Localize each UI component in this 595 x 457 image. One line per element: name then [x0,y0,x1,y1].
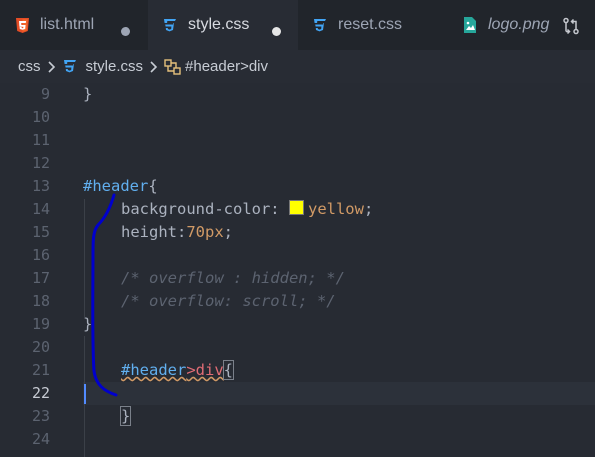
tab-list-html[interactable]: list.html [0,0,148,50]
code-line: #header>div{ [121,360,235,380]
compare-changes-icon[interactable] [562,17,580,39]
line-number: 19 [31,315,50,333]
tab-label: style.css [188,16,250,33]
css3-icon [162,17,178,33]
css-property: height: [121,223,187,241]
line-number: 10 [31,108,50,126]
tab-label: logo.png [488,16,550,33]
tab-label: list.html [40,16,95,33]
line-number: 14 [31,200,50,218]
line-number: 24 [31,430,50,448]
line-number: 21 [31,361,50,379]
tab-logo-png[interactable]: logo.png [446,0,561,50]
chevron-right-icon [47,60,56,73]
css3-icon [312,17,328,33]
line-number: 18 [31,292,50,310]
line-number: 16 [31,246,50,264]
line-number: 23 [31,407,50,425]
html5-icon [14,17,30,33]
symbol-class-icon [164,58,182,75]
breadcrumb-symbol[interactable]: #header>div [185,58,268,75]
unsaved-dot-icon[interactable] [272,27,281,36]
code-comment: /* overflow : hidden; */ [121,269,345,287]
line-number: 20 [31,338,50,356]
code-line: } [83,85,93,103]
css-property: background-color: [121,200,289,218]
line-number: 15 [31,223,50,241]
line-number: 11 [31,131,50,149]
css3-icon [62,59,78,75]
pen-annotation [91,193,118,397]
css-value: 70px [186,223,224,241]
tab-style-css[interactable]: style.css [148,0,298,50]
tab-label: reset.css [338,16,403,33]
code-editor[interactable]: 9 10 11 12 13 14 15 16 17 18 19 20 21 22… [0,83,595,457]
line-number: 22 [31,384,50,402]
code-line: } [119,406,132,426]
breadcrumb: css style.css #header>div [0,50,595,83]
tab-bar: list.html style.css reset.css logo.png [0,0,595,50]
css-selector: #header [121,361,187,379]
css-tag: div [195,361,224,379]
unsaved-dot-icon[interactable] [121,27,130,36]
code-line: background-color: yellow; [121,200,374,218]
tab-reset-css[interactable]: reset.css [298,0,446,50]
color-swatch-icon[interactable] [288,200,304,215]
chevron-right-icon [149,60,158,73]
code-line: height:70px; [121,223,233,241]
image-file-icon [462,17,478,33]
breadcrumb-file[interactable]: style.css [86,58,144,75]
breadcrumb-folder[interactable]: css [18,58,41,75]
code-comment: /* overflow: scroll; */ [121,292,336,310]
css-value: yellow [307,200,364,218]
line-number: 12 [31,154,50,172]
line-number: 13 [31,177,50,195]
line-number: 9 [40,85,50,103]
line-number: 17 [31,269,50,287]
